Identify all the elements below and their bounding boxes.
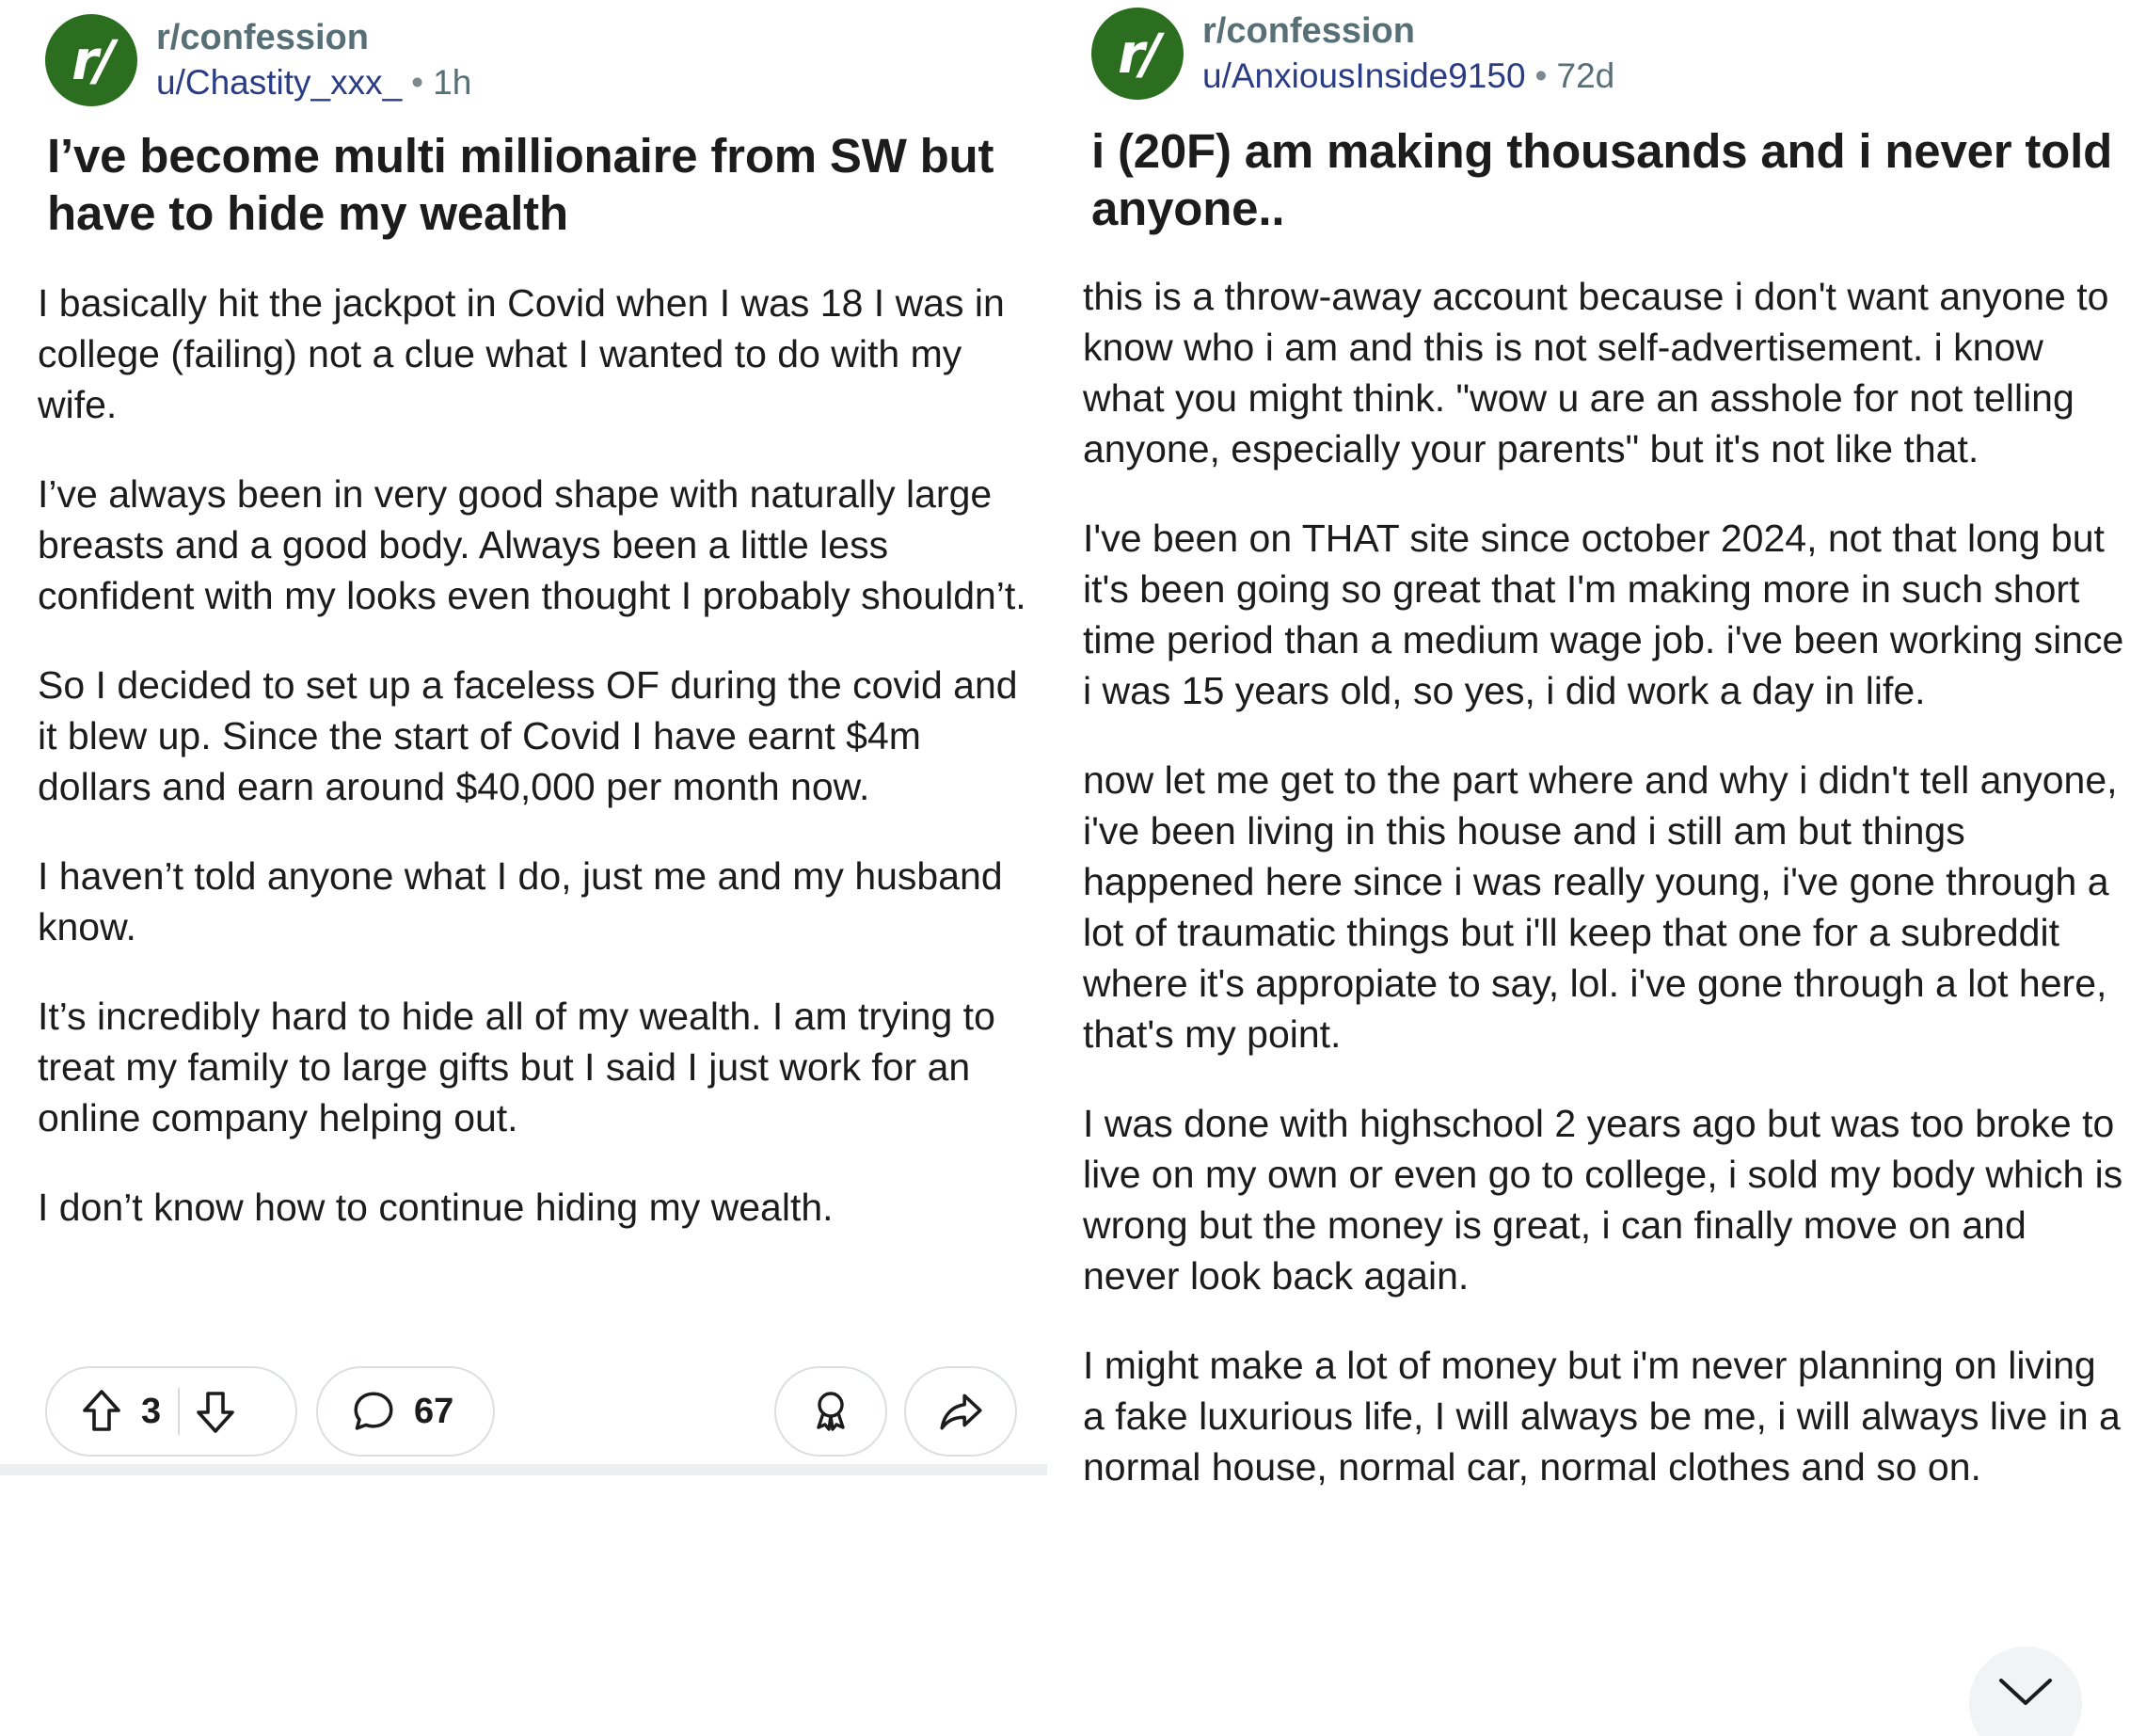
award-button[interactable] — [774, 1366, 887, 1457]
scroll-down-button[interactable] — [1969, 1647, 2082, 1736]
body-paragraph: this is a throw-away account because i d… — [1083, 275, 2109, 470]
username-link[interactable]: u/Chastity_xxx_ — [156, 63, 402, 102]
username-link[interactable]: u/AnxiousInside9150 — [1202, 56, 1526, 95]
comment-count: 67 — [414, 1391, 454, 1431]
post-meta: r/confession u/Chastity_xxx_ • 1h — [156, 18, 471, 103]
body-paragraph: I’ve always been in very good shape with… — [38, 472, 1026, 617]
separator-dot: • — [411, 62, 424, 102]
post-action-bar: 3 67 — [45, 1366, 1024, 1457]
upvote-count: 3 — [141, 1391, 162, 1431]
user-line: u/Chastity_xxx_ • 1h — [156, 63, 471, 104]
downvote-icon[interactable] — [193, 1388, 238, 1435]
comment-bubble-icon — [350, 1388, 397, 1435]
post-title[interactable]: i (20F) am making thousands and i never … — [1091, 122, 2117, 237]
body-paragraph: I was done with highschool 2 years ago b… — [1083, 1102, 2123, 1298]
subreddit-link[interactable]: r/confession — [156, 18, 471, 59]
post-body: this is a throw-away account because i d… — [1083, 271, 2127, 1531]
comments-button[interactable]: 67 — [316, 1366, 495, 1457]
user-line: u/AnxiousInside9150 • 72d — [1202, 56, 1614, 97]
body-paragraph: I don’t know how to continue hiding my w… — [38, 1186, 834, 1229]
body-paragraph: I basically hit the jackpot in Covid whe… — [38, 281, 1005, 426]
vote-divider — [178, 1388, 181, 1435]
post-title[interactable]: I’ve become multi millionaire from SW bu… — [47, 127, 1035, 242]
post-body: I basically hit the jackpot in Covid whe… — [38, 278, 1035, 1271]
body-paragraph: I haven’t told anyone what I do, just me… — [38, 854, 1003, 948]
right-post: r/ r/confession u/AnxiousInside9150 • 72d … — [1047, 0, 2146, 1736]
chevron-down-icon — [1997, 1677, 2054, 1709]
body-paragraph: It’s incredibly hard to hide all of my w… — [38, 995, 995, 1139]
post-age: 1h — [433, 62, 472, 102]
vote-control: 3 — [45, 1366, 297, 1457]
post-header: r/ r/confession u/Chastity_xxx_ • 1h — [45, 14, 471, 106]
left-post: r/ r/confession u/Chastity_xxx_ • 1h I’ve … — [0, 0, 1047, 1736]
award-icon — [808, 1388, 853, 1435]
share-icon — [937, 1388, 984, 1435]
post-divider — [0, 1464, 1047, 1475]
post-age: 72d — [1556, 56, 1615, 95]
body-paragraph: now let me get to the part where and why… — [1083, 758, 2118, 1056]
body-paragraph: I've been on THAT site since october 202… — [1083, 517, 2124, 712]
subreddit-avatar[interactable]: r/ — [45, 14, 137, 106]
separator-dot: • — [1534, 56, 1548, 95]
body-paragraph: So I decided to set up a faceless OF dur… — [38, 663, 1018, 808]
upvote-icon[interactable] — [79, 1388, 124, 1435]
post-meta: r/confession u/AnxiousInside9150 • 72d — [1202, 11, 1614, 96]
share-button[interactable] — [904, 1366, 1017, 1457]
post-header: r/ r/confession u/AnxiousInside9150 • 72d — [1091, 8, 1614, 100]
subreddit-link[interactable]: r/confession — [1202, 11, 1614, 53]
body-paragraph: I might make a lot of money but i'm neve… — [1083, 1344, 2121, 1489]
subreddit-avatar[interactable]: r/ — [1091, 8, 1184, 100]
